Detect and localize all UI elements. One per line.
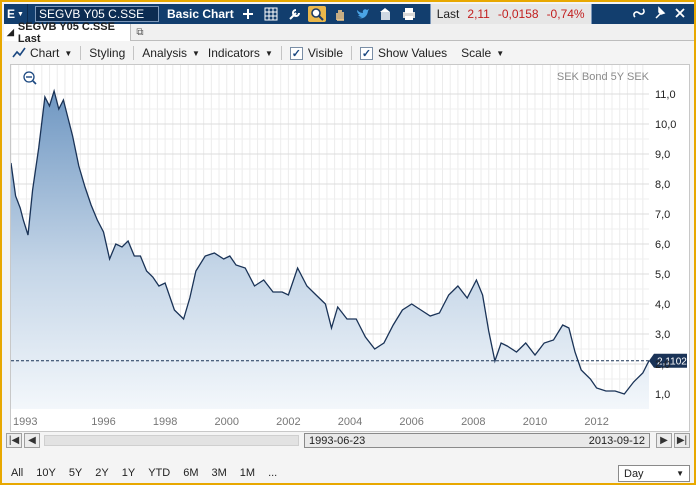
period-6m[interactable]: 6M	[183, 467, 198, 479]
period-2y[interactable]: 2Y	[95, 467, 108, 479]
y-tick-label: 7,0	[655, 209, 670, 221]
show-values-label: Show Values	[378, 46, 448, 60]
first-page-icon[interactable]: |◀	[6, 433, 22, 448]
visible-label: Visible	[307, 46, 343, 60]
x-tick-label: 2004	[338, 416, 362, 428]
x-tick-label: 1996	[91, 416, 115, 428]
analysis-label: Analysis	[142, 46, 187, 60]
scale-menu[interactable]: Scale ▼	[461, 46, 504, 60]
x-tick-label: 2002	[276, 416, 300, 428]
analysis-menu[interactable]: Analysis ▼	[142, 46, 200, 60]
next-page-icon[interactable]: ▶	[656, 433, 672, 448]
period-3m[interactable]: 3M	[212, 467, 227, 479]
y-tick-label: 1,0	[655, 389, 670, 401]
period-1y[interactable]: 1Y	[122, 467, 135, 479]
x-tick-label: 1998	[153, 416, 177, 428]
scale-label: Scale	[461, 46, 492, 60]
pin-icon[interactable]	[654, 5, 666, 23]
y-tick-label: 3,0	[655, 329, 670, 341]
chevron-down-icon: ▼	[496, 48, 505, 58]
period-bar: All 10Y 5Y 2Y 1Y YTD 6M 3M 1M ... Day ▼	[4, 461, 694, 485]
tab-bar: ◢ SEGVB Y05 C.SSE Last ⧉	[4, 21, 694, 45]
triangle-icon: ◢	[7, 27, 14, 37]
period-5y[interactable]: 5Y	[69, 467, 82, 479]
tab-chart[interactable]: ◢ SEGVB Y05 C.SSE Last	[4, 21, 131, 45]
interval-select[interactable]: Day ▼	[618, 465, 690, 482]
new-tab-icon[interactable]: ⧉	[133, 25, 147, 39]
checkmark-icon: ✓	[289, 46, 303, 60]
last-quote: Last 2,11 -0,0158 -0,74%	[429, 4, 592, 24]
y-tick-label: 8,0	[655, 179, 670, 191]
range-end-date: 2013-09-12	[588, 434, 645, 447]
last-label: Last	[436, 7, 460, 21]
y-tick-label: 10,0	[655, 119, 676, 131]
styling-button[interactable]: Styling	[89, 46, 125, 60]
y-tick-label: 11,0	[655, 89, 676, 101]
chart-area[interactable]: 2,1102 1,0 2,0 3,0 4,0 5,0 6,0 7,0 8,0 9,0 10,0 11…	[10, 64, 690, 432]
close-icon[interactable]	[674, 7, 686, 22]
export-icon[interactable]	[377, 6, 395, 22]
x-tick-label: 2008	[461, 416, 485, 428]
x-tick-label: 2012	[584, 416, 608, 428]
x-tick-label: 1993	[13, 416, 37, 428]
period-more[interactable]: ...	[268, 467, 277, 479]
app-menu-letter: E	[7, 7, 16, 21]
checkmark-icon: ✓	[360, 46, 373, 60]
x-tick-label: 2000	[215, 416, 239, 428]
visible-checkbox[interactable]: ✓ Visible	[289, 46, 343, 60]
toolbar-divider	[280, 46, 282, 60]
window-frame: E ▼ SEGVB Y05 C.SSE Basic Chart Last 2,11…	[0, 0, 696, 485]
toolbar-divider	[133, 46, 135, 60]
period-10y[interactable]: 10Y	[36, 467, 56, 479]
indicators-menu[interactable]: Indicators ▼	[208, 46, 273, 60]
grid-icon[interactable]	[262, 6, 280, 22]
navigator-track[interactable]	[44, 435, 299, 446]
price-chart[interactable]: 2,1102 1,02,03,04,05,06,07,08,09,010,011…	[10, 65, 689, 431]
chevron-down-icon: ▼	[64, 48, 73, 58]
chart-menu-label: Chart	[30, 46, 60, 60]
y-tick-label: 4,0	[655, 299, 670, 311]
chevron-down-icon: ▼	[191, 48, 200, 58]
link-icon[interactable]	[632, 6, 646, 23]
print-icon[interactable]	[400, 6, 418, 22]
y-tick-label: 2,0	[655, 359, 670, 371]
toolbar-divider	[80, 46, 82, 60]
prev-page-icon[interactable]: ◀	[24, 433, 40, 448]
change-percent: -0,74%	[546, 7, 585, 21]
x-tick-label: 2010	[523, 416, 547, 428]
period-all[interactable]: All	[11, 467, 23, 479]
chart-toolbar: Chart ▼ Styling Analysis ▼ Indicators ▼ ✓ Vi…	[4, 42, 694, 64]
window-title: Basic Chart	[167, 7, 234, 21]
y-tick-label: 5,0	[655, 269, 670, 281]
zoom-icon[interactable]	[307, 6, 326, 22]
show-values-checkbox[interactable]: ✓ Show Values	[360, 46, 447, 60]
interval-value: Day	[624, 467, 644, 480]
twitter-icon[interactable]	[354, 6, 372, 22]
date-range-slider[interactable]: 1993-06-23 2013-09-12	[304, 433, 650, 448]
indicators-label: Indicators	[207, 46, 260, 60]
x-tick-label: 2006	[399, 416, 423, 428]
chevron-down-icon: ▼	[676, 469, 684, 478]
chevron-down-icon: ▼	[264, 48, 273, 58]
period-1m[interactable]: 1M	[240, 467, 255, 479]
chart-title: SEK Bond 5Y SEK	[557, 71, 650, 83]
styling-label: Styling	[89, 46, 126, 60]
last-page-icon[interactable]: ▶|	[674, 433, 690, 448]
toolbar-divider	[351, 46, 352, 60]
tab-label: SEGVB Y05 C.SSE Last	[17, 20, 115, 45]
y-tick-label: 6,0	[655, 239, 670, 251]
change-value: -0,0158	[497, 7, 539, 21]
period-ytd[interactable]: YTD	[148, 467, 170, 479]
hand-icon[interactable]	[331, 6, 349, 22]
range-start-date: 1993-06-23	[309, 434, 366, 447]
last-value: 2,11	[467, 7, 490, 21]
chart-menu[interactable]: Chart ▼	[12, 46, 72, 60]
time-navigator: |◀ ◀ 1993-06-23 2013-09-12 ▶ ▶|	[6, 432, 696, 450]
y-tick-label: 9,0	[655, 149, 670, 161]
chart-line-icon	[12, 47, 26, 58]
wrench-icon[interactable]	[285, 6, 303, 22]
add-icon[interactable]	[239, 6, 257, 22]
x-axis: 1993 1996 1998 2000 2002 2004 2006 2008 2010 2012	[13, 416, 609, 428]
chevron-down-icon: ▼	[17, 10, 24, 18]
